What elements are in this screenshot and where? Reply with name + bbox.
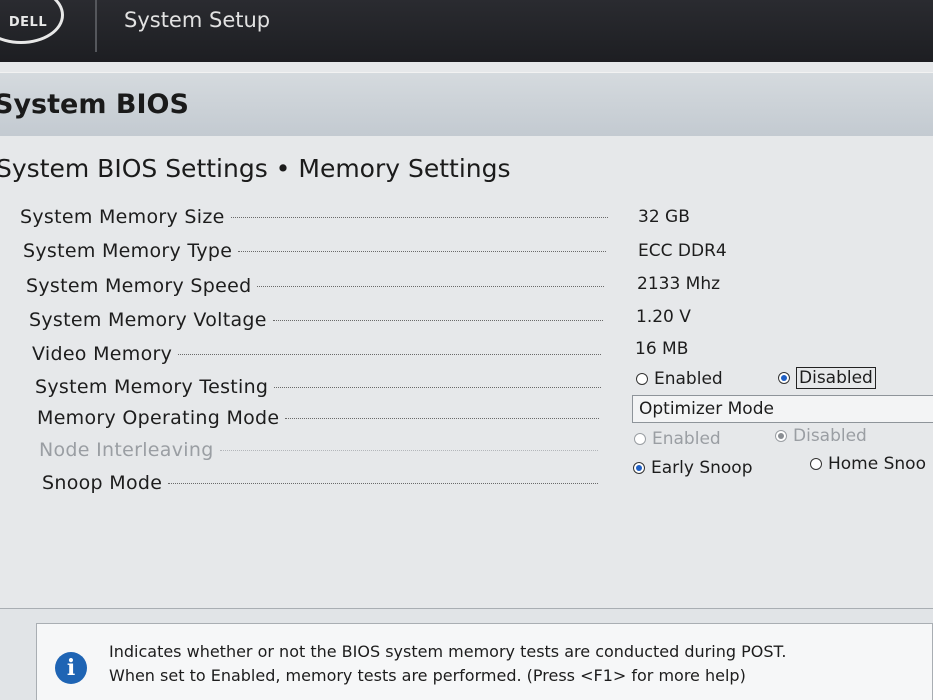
row-memory-operating-mode: Memory Operating Mode: [37, 403, 605, 433]
leader-dots: [238, 250, 606, 252]
radio-unselected-icon: [636, 373, 648, 385]
snoop-mode-label: Snoop Mode: [42, 472, 163, 494]
video-memory-value: 16 MB: [635, 339, 689, 359]
system-memory-type-value: ECC DDR4: [638, 241, 727, 261]
leader-dots: [272, 319, 603, 321]
video-memory-label: Video Memory: [32, 343, 173, 365]
memory-operating-mode-select[interactable]: Optimizer Mode: [632, 395, 933, 423]
snoop-mode-home-radio[interactable]: Home Snoo: [810, 454, 926, 474]
row-system-memory-speed: System Memory Speed: [26, 271, 610, 301]
row-system-memory-type: System Memory Type: [23, 236, 612, 266]
radio-selected-icon: [633, 462, 645, 474]
node-interleaving-disabled-radio: Disabled: [775, 426, 867, 446]
header-divider: [95, 0, 97, 52]
leader-dots: [219, 449, 598, 451]
node-interleaving-enabled-radio: Enabled: [634, 429, 721, 449]
memory-testing-disabled-label: Disabled: [796, 367, 876, 389]
radio-selected-icon: [778, 372, 790, 384]
memory-testing-enabled-radio[interactable]: Enabled: [636, 369, 723, 389]
system-memory-testing-label: System Memory Testing: [35, 376, 269, 398]
app-title: System Setup: [124, 8, 271, 32]
system-memory-type-label: System Memory Type: [23, 240, 233, 262]
memory-testing-enabled-label: Enabled: [654, 369, 723, 389]
memory-operating-mode-label: Memory Operating Mode: [37, 407, 280, 429]
row-snoop-mode: Snoop Mode: [42, 468, 604, 498]
leader-dots: [285, 417, 599, 419]
help-panel: i Indicates whether or not the BIOS syst…: [0, 608, 933, 700]
leader-dots: [178, 353, 601, 355]
logo-text: DELL: [8, 14, 48, 30]
memory-testing-disabled-radio[interactable]: Disabled: [778, 367, 876, 389]
radio-unselected-icon: [810, 458, 822, 470]
help-box: i Indicates whether or not the BIOS syst…: [36, 623, 933, 700]
snoop-mode-early-label: Early Snoop: [651, 458, 753, 478]
system-memory-voltage-value: 1.20 V: [636, 307, 691, 327]
system-memory-size-value: 32 GB: [638, 207, 690, 227]
leader-dots: [168, 482, 598, 484]
row-node-interleaving: Node Interleaving: [39, 435, 604, 465]
help-text-line2: When set to Enabled, memory tests are pe…: [109, 666, 746, 685]
main-page: System BIOS System BIOS Settings • Memor…: [0, 62, 933, 700]
dell-logo: DELL: [0, 0, 64, 44]
radio-unselected-icon: [634, 433, 646, 445]
node-interleaving-disabled-label: Disabled: [793, 426, 867, 446]
system-memory-size-label: System Memory Size: [20, 206, 225, 228]
node-interleaving-label: Node Interleaving: [39, 439, 214, 461]
top-bar: DELL System Setup: [0, 0, 933, 62]
page-title: System BIOS: [0, 89, 189, 120]
row-system-memory-size: System Memory Size: [20, 202, 614, 232]
snoop-mode-home-label: Home Snoo: [828, 454, 926, 474]
system-memory-speed-value: 2133 Mhz: [637, 274, 721, 294]
snoop-mode-early-radio[interactable]: Early Snoop: [633, 458, 753, 478]
radio-selected-icon: [775, 430, 787, 442]
leader-dots: [257, 285, 604, 287]
node-interleaving-enabled-label: Enabled: [652, 429, 721, 449]
leader-dots: [274, 386, 601, 388]
system-memory-speed-label: System Memory Speed: [26, 275, 252, 297]
info-icon: i: [55, 652, 87, 684]
row-system-memory-voltage: System Memory Voltage: [29, 305, 609, 335]
breadcrumb: System BIOS Settings • Memory Settings: [0, 154, 511, 183]
row-system-memory-testing: System Memory Testing: [35, 372, 607, 402]
leader-dots: [230, 216, 608, 218]
page-header: System BIOS: [0, 72, 933, 136]
help-text-line1: Indicates whether or not the BIOS system…: [109, 642, 787, 661]
row-video-memory: Video Memory: [32, 339, 607, 369]
system-memory-voltage-label: System Memory Voltage: [29, 309, 267, 331]
